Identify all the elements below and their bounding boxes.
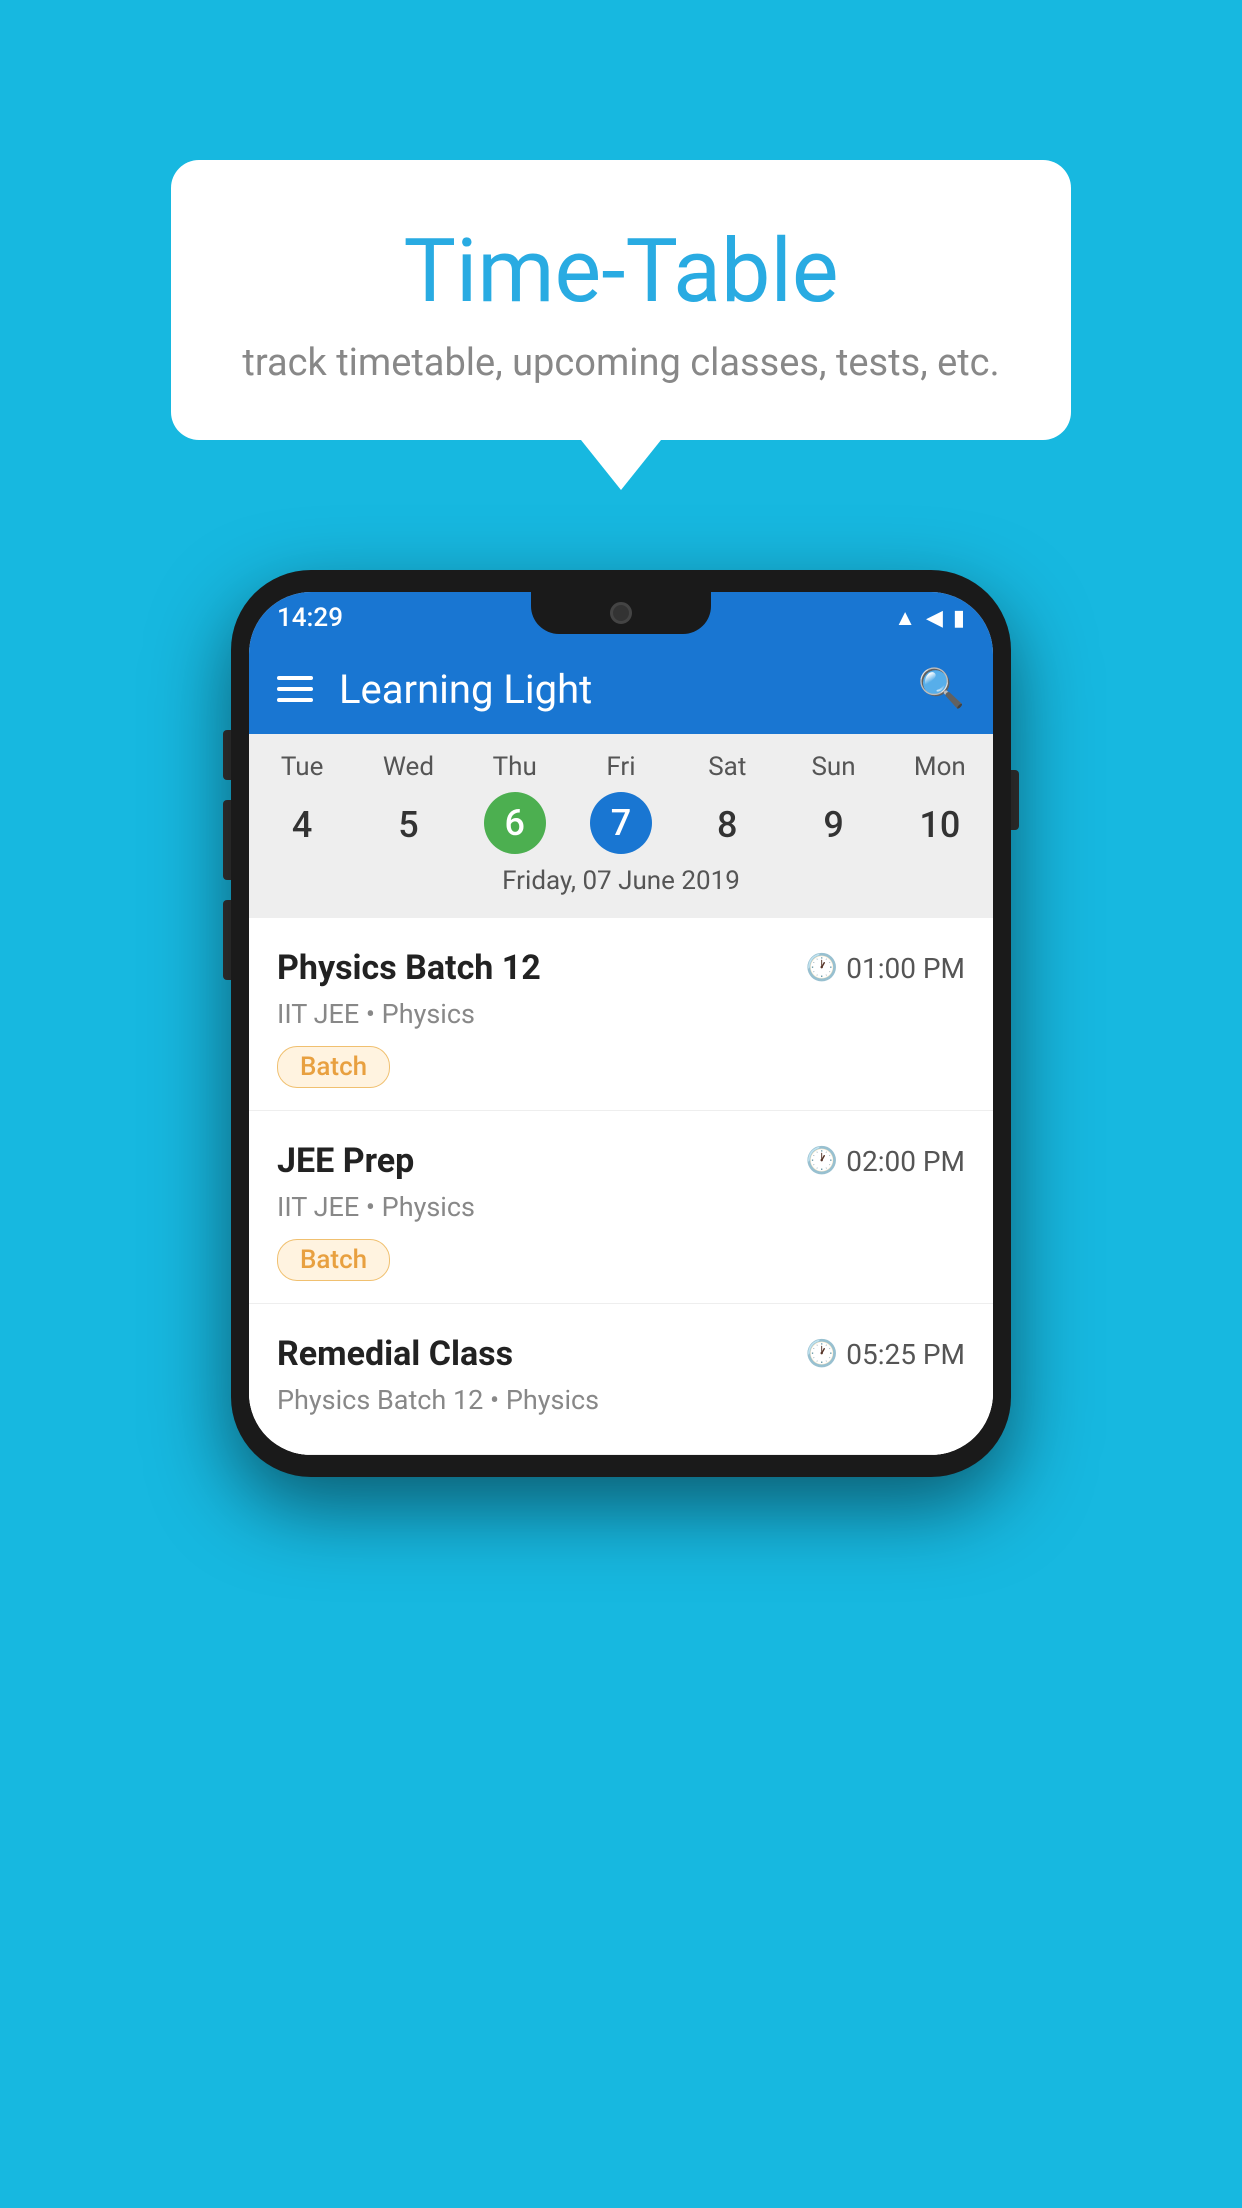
- class-subject-3: Physics Batch 12 • Physics: [277, 1384, 965, 1416]
- day-header-thu: Thu: [462, 752, 568, 782]
- day-header-sun: Sun: [780, 752, 886, 782]
- silent-button: [223, 900, 231, 980]
- phone-wrapper: 14:29 ▲ ◀ ▮ Learning Light 🔍: [231, 570, 1011, 1477]
- class-subject-1: IIT JEE • Physics: [277, 998, 965, 1030]
- clock-icon-1: 🕐: [806, 953, 838, 983]
- speech-bubble-container: Time-Table track timetable, upcoming cla…: [171, 160, 1071, 490]
- status-icons: ▲ ◀ ▮: [894, 605, 965, 631]
- hamburger-line-2: [277, 687, 313, 691]
- day-header-tue: Tue: [249, 752, 355, 782]
- day-6-today[interactable]: 6: [484, 792, 546, 854]
- volume-down-button: [223, 800, 231, 880]
- class-name-2: JEE Prep: [277, 1141, 414, 1181]
- day-7-selected[interactable]: 7: [590, 792, 652, 854]
- class-item-1[interactable]: Physics Batch 12 🕐 01:00 PM IIT JEE • Ph…: [249, 918, 993, 1111]
- class-name-3: Remedial Class: [277, 1334, 513, 1374]
- class-subject-2: IIT JEE • Physics: [277, 1191, 965, 1223]
- class-header-1: Physics Batch 12 🕐 01:00 PM: [277, 948, 965, 988]
- front-camera: [610, 602, 632, 624]
- hamburger-line-1: [277, 676, 313, 680]
- day-header-mon: Mon: [887, 752, 993, 782]
- class-header-3: Remedial Class 🕐 05:25 PM: [277, 1334, 965, 1374]
- calendar-strip: Tue Wed Thu Fri Sat Sun Mon 4 5 6 7 8 9 …: [249, 734, 993, 918]
- speech-bubble: Time-Table track timetable, upcoming cla…: [171, 160, 1071, 440]
- feature-title: Time-Table: [231, 220, 1011, 323]
- speech-bubble-arrow: [581, 440, 661, 490]
- class-time-2: 🕐 02:00 PM: [806, 1145, 965, 1178]
- wifi-icon: ▲: [894, 605, 916, 631]
- status-time: 14:29: [277, 603, 343, 633]
- hamburger-line-3: [277, 698, 313, 702]
- menu-button[interactable]: [277, 676, 313, 702]
- phone-screen: 14:29 ▲ ◀ ▮ Learning Light 🔍: [249, 592, 993, 1455]
- phone-notch: [531, 592, 711, 634]
- clock-icon-3: 🕐: [806, 1339, 838, 1369]
- class-item-2[interactable]: JEE Prep 🕐 02:00 PM IIT JEE • Physics Ba…: [249, 1111, 993, 1304]
- day-10[interactable]: 10: [887, 792, 993, 858]
- batch-badge-1: Batch: [277, 1046, 390, 1088]
- volume-up-button: [223, 730, 231, 780]
- class-header-2: JEE Prep 🕐 02:00 PM: [277, 1141, 965, 1181]
- day-8[interactable]: 8: [674, 792, 780, 858]
- day-numbers: 4 5 6 7 8 9 10: [249, 792, 993, 858]
- class-name-1: Physics Batch 12: [277, 948, 541, 988]
- search-icon[interactable]: 🔍: [918, 667, 965, 711]
- class-time-3: 🕐 05:25 PM: [806, 1338, 965, 1371]
- battery-icon: ▮: [953, 606, 965, 631]
- signal-icon: ◀: [926, 606, 943, 631]
- day-5[interactable]: 5: [355, 792, 461, 858]
- day-headers: Tue Wed Thu Fri Sat Sun Mon: [249, 752, 993, 782]
- class-time-1: 🕐 01:00 PM: [806, 952, 965, 985]
- day-header-wed: Wed: [355, 752, 461, 782]
- day-header-fri: Fri: [568, 752, 674, 782]
- feature-subtitle: track timetable, upcoming classes, tests…: [231, 341, 1011, 385]
- day-9[interactable]: 9: [780, 792, 886, 858]
- class-item-3[interactable]: Remedial Class 🕐 05:25 PM Physics Batch …: [249, 1304, 993, 1455]
- day-4[interactable]: 4: [249, 792, 355, 858]
- power-button: [1011, 770, 1019, 830]
- app-title: Learning Light: [339, 666, 892, 713]
- day-header-sat: Sat: [674, 752, 780, 782]
- class-list: Physics Batch 12 🕐 01:00 PM IIT JEE • Ph…: [249, 918, 993, 1455]
- selected-date-label: Friday, 07 June 2019: [249, 866, 993, 908]
- app-bar: Learning Light 🔍: [249, 644, 993, 734]
- clock-icon-2: 🕐: [806, 1146, 838, 1176]
- batch-badge-2: Batch: [277, 1239, 390, 1281]
- phone-frame: 14:29 ▲ ◀ ▮ Learning Light 🔍: [231, 570, 1011, 1477]
